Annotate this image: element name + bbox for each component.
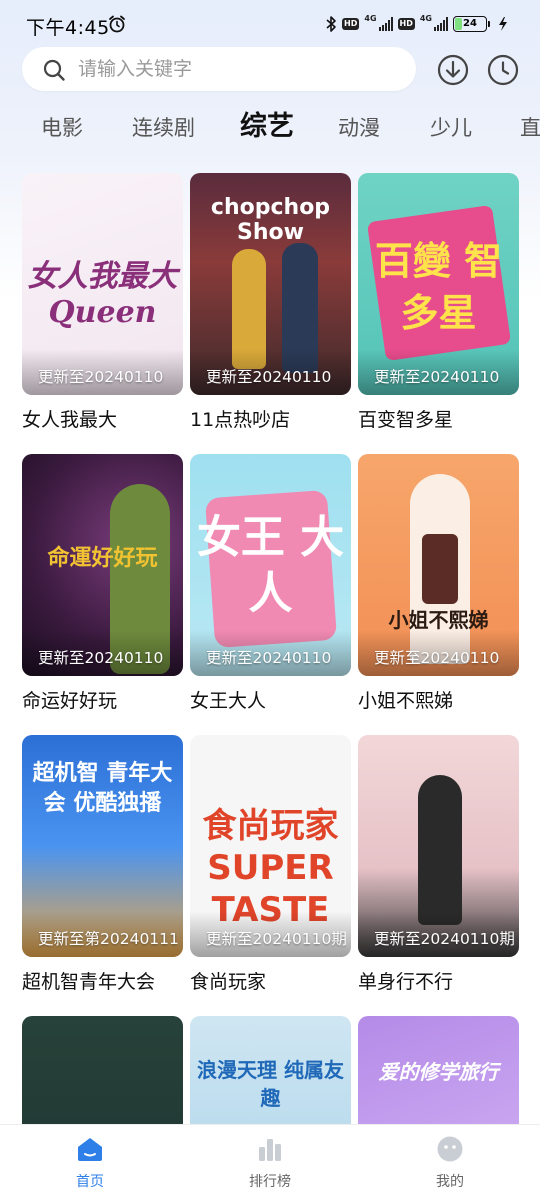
update-status: 更新至20240110期 [374, 930, 514, 948]
status-indicators: HD 4G HD 4G 24 [325, 14, 510, 34]
category-tabs: 电影 连续剧 综艺 动漫 少儿 直 [0, 104, 540, 154]
poster-image: chopchop Show 更新至20240110 [190, 173, 351, 395]
show-title: 11点热吵店 [190, 409, 291, 431]
update-status: 更新至20240110 [38, 368, 164, 386]
update-status: 更新至第20240111 [38, 930, 178, 948]
show-card[interactable]: 女王 大人 更新至20240110 女王大人 [190, 454, 351, 713]
home-icon [78, 1138, 102, 1161]
bluetooth-icon [326, 16, 336, 32]
poster-title: 女王 大人 [196, 512, 345, 619]
bottom-nav: 首页 排行榜 我的 [0, 1124, 540, 1200]
signal-icon-1 [378, 17, 393, 31]
signal-icon-2 [434, 17, 448, 31]
show-card[interactable]: 超机智 青年大会 优酷独播 更新至第20240111 超机智青年大会 [22, 735, 183, 994]
show-card[interactable]: 食尚玩家 SUPER TASTE 更新至20240110期 食尚玩家 [190, 735, 351, 994]
nav-home-label: 首页 [76, 1174, 104, 1190]
search-icon [43, 59, 65, 81]
show-title: 命运好好玩 [22, 690, 118, 712]
status-bar: 下午4:45 HD 4G HD 4G 24 [0, 0, 540, 46]
poster-title: 小姐不熙娣 [388, 608, 489, 632]
show-title: 食尚玩家 [190, 971, 267, 993]
nav-profile-label: 我的 [436, 1174, 464, 1190]
show-title: 单身行不行 [358, 971, 454, 993]
show-title: 百变智多星 [358, 409, 454, 431]
poster-title: 命運好好玩 [47, 546, 158, 571]
tab-movie[interactable]: 电影 [41, 104, 83, 154]
network-label-2: 4G [419, 14, 432, 23]
poster-image: 超机智 青年大会 优酷独播 更新至第20240111 [22, 735, 183, 957]
update-status: 更新至20240110 [206, 649, 332, 667]
nav-ranking[interactable]: 排行榜 [220, 1135, 320, 1191]
show-card[interactable]: chopchop Show 更新至20240110 11点热吵店 [190, 173, 351, 432]
hd-badge-2: HD [397, 18, 415, 30]
battery-level: 24 [463, 18, 477, 29]
poster-image: 小姐不熙娣 更新至20240110 [358, 454, 519, 676]
download-icon[interactable] [436, 53, 470, 87]
show-title: 小姐不熙娣 [358, 690, 454, 712]
show-card[interactable]: 命運好好玩 更新至20240110 命运好好玩 [22, 454, 183, 713]
profile-icon [437, 1136, 463, 1162]
poster-title: 爱的修学旅行 [378, 1060, 499, 1084]
charging-icon [499, 17, 507, 31]
status-time: 下午4:45 [26, 17, 110, 39]
poster-title: 百變 智多星 [374, 239, 503, 335]
nav-profile[interactable]: 我的 [400, 1135, 500, 1191]
update-status: 更新至20240110 [374, 368, 500, 386]
poster-image: 百變 智多星 更新至20240110 [358, 173, 519, 395]
ranking-icon [259, 1139, 281, 1161]
poster-title: chopchop Show [210, 195, 331, 245]
nav-ranking-label: 排行榜 [249, 1174, 291, 1190]
poster-title: 女人我最大 Queen [27, 259, 178, 330]
update-status: 更新至20240110期 [206, 930, 346, 948]
tab-live[interactable]: 直 [520, 104, 540, 154]
search-input[interactable] [78, 47, 398, 91]
tab-anime[interactable]: 动漫 [338, 104, 380, 154]
battery-icon: 24 [453, 16, 490, 32]
poster-image: 女王 大人 更新至20240110 [190, 454, 351, 676]
hd-badge-1: HD [342, 18, 360, 30]
tab-variety[interactable]: 综艺 [240, 104, 294, 154]
poster-title: 浪漫天理 纯属友趣 [197, 1058, 344, 1110]
show-card[interactable]: 百變 智多星 更新至20240110 百变智多星 [358, 173, 519, 432]
update-status: 更新至20240110 [206, 368, 332, 386]
history-icon[interactable] [486, 53, 520, 87]
show-title: 超机智青年大会 [22, 971, 156, 993]
tab-series[interactable]: 连续剧 [132, 104, 195, 154]
poster-image: 女人我最大 Queen 更新至20240110 [22, 173, 183, 395]
nav-home[interactable]: 首页 [40, 1135, 140, 1191]
show-title: 女王大人 [190, 690, 267, 712]
update-status: 更新至20240110 [38, 649, 164, 667]
poster-image: 食尚玩家 SUPER TASTE 更新至20240110期 [190, 735, 351, 957]
show-card[interactable]: 小姐不熙娣 更新至20240110 小姐不熙娣 [358, 454, 519, 713]
show-card[interactable]: 女人我最大 Queen 更新至20240110 女人我最大 [22, 173, 183, 432]
show-title: 女人我最大 [22, 409, 118, 431]
show-card[interactable]: 更新至20240110期 单身行不行 [358, 735, 519, 994]
search-bar[interactable] [22, 47, 416, 91]
network-label-1: 4G [364, 14, 377, 23]
poster-image: 更新至20240110期 [358, 735, 519, 957]
alarm-icon [109, 15, 125, 33]
update-status: 更新至20240110 [374, 649, 500, 667]
tab-kids[interactable]: 少儿 [430, 104, 472, 154]
poster-image: 命運好好玩 更新至20240110 [22, 454, 183, 676]
poster-title: 超机智 青年大会 优酷独播 [32, 761, 173, 816]
